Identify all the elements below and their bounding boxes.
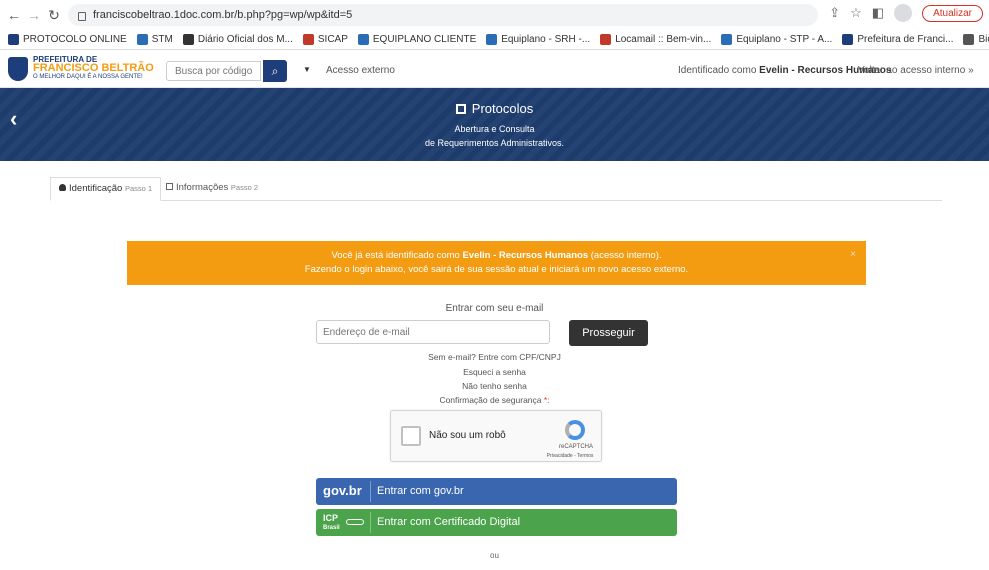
login-title: Entrar com seu e-mail: [445, 303, 544, 314]
page-title: Protocolos: [0, 101, 989, 116]
back-icon[interactable]: ←: [4, 7, 24, 23]
bookmark-favicon-icon: [486, 34, 498, 45]
bookmarks-bar: PROTOCOLO ONLINE STM Diário Oficial dos M.…: [0, 30, 989, 50]
bookmark-label: Prefeitura de Franci...: [857, 34, 954, 45]
address-bar[interactable]: franciscobeltrao.1doc.com.br/b.php?pg=wp…: [68, 4, 818, 26]
bookmark-item[interactable]: PROTOCOLO ONLINE: [8, 34, 127, 45]
shield-icon: [8, 56, 28, 81]
bookmark-item[interactable]: STM: [136, 34, 173, 45]
recaptcha-brand: reCAPTCHA: [558, 444, 593, 450]
bookmark-favicon-icon: [302, 34, 314, 45]
certificate-login-button[interactable]: ICP Brasil Entrar com Certificado Digital: [316, 509, 677, 536]
security-label: Confirmação de segurança *:: [439, 395, 550, 405]
external-access-link[interactable]: Acesso externo: [326, 65, 395, 76]
profile-avatar[interactable]: [894, 4, 913, 22]
recaptcha-privacy-link[interactable]: Privacidade - Termos: [541, 453, 599, 459]
recaptcha-widget: Não sou um robô reCAPTCHA Privacidade - …: [390, 410, 602, 462]
bookmark-label: Locamail :: Bem-vin...: [615, 34, 712, 45]
forward-icon[interactable]: →: [24, 7, 44, 23]
prosseguir-button[interactable]: Prosseguir: [569, 320, 648, 346]
share-icon[interactable]: ⇪: [829, 5, 840, 21]
bookmark-label: Equiplano - SRH -...: [501, 34, 591, 45]
page-subtitle-1: Abertura e Consulta: [454, 124, 535, 134]
govbr-logo: gov.br: [323, 483, 362, 498]
grid-icon: [166, 183, 173, 190]
reload-icon[interactable]: ↻: [44, 7, 64, 24]
key-icon: [346, 519, 364, 525]
bookmark-label: Equiplano - STP - A...: [736, 34, 833, 45]
bookmark-label: SICAP: [317, 34, 348, 45]
update-button[interactable]: Atualizar: [922, 4, 983, 22]
govbr-label: Entrar com gov.br: [377, 485, 464, 497]
bookmark-label: EQUIPLANO CLIENTE: [372, 34, 477, 45]
search-button[interactable]: ⌕: [263, 60, 287, 82]
recaptcha-icon: [565, 420, 585, 440]
bookmark-item[interactable]: SICAP: [302, 34, 348, 45]
logo-line2: FRANCISCO BELTRÃO: [33, 62, 154, 74]
chevron-down-icon[interactable]: ▼: [303, 65, 311, 74]
certificate-label: Entrar com Certificado Digital: [377, 516, 521, 528]
search-icon: ⌕: [271, 64, 279, 78]
bookmark-favicon-icon: [136, 34, 148, 45]
lock-icon: [78, 11, 86, 21]
tab-identificacao[interactable]: Identificação Passo 1: [50, 177, 162, 201]
bookmark-item[interactable]: Equiplano - STP - A...: [721, 34, 832, 45]
logo-line3: O MELHOR DAQUI É A NOSSA GENTE!: [33, 74, 143, 80]
bookmark-label: PROTOCOLO ONLINE: [23, 34, 127, 45]
page-banner: ‹ Protocolos Abertura e Consulta de Requ…: [0, 88, 989, 161]
tab-informacoes[interactable]: Informações Passo 2: [158, 177, 266, 201]
bookmark-item[interactable]: Diário Oficial dos M...: [182, 34, 293, 45]
step-tabs: Identificação Passo 1 Informações Passo …: [50, 177, 942, 201]
grid-icon: [455, 104, 466, 114]
bookmark-favicon-icon: [8, 34, 19, 45]
bookmark-item[interactable]: Equiplano - SRH -...: [486, 34, 590, 45]
bookmark-favicon-icon: [963, 34, 975, 45]
or-separator: ou: [490, 551, 499, 560]
back-internal-link[interactable]: Voltar ao acesso interno »: [858, 65, 974, 76]
user-icon: [59, 184, 66, 191]
close-icon[interactable]: ×: [850, 248, 856, 262]
bookmark-label: STM: [151, 34, 173, 45]
email-field[interactable]: [316, 320, 550, 344]
session-alert: Você já está identificado como Evelin - …: [127, 241, 866, 285]
star-icon[interactable]: ☆: [850, 5, 862, 21]
bookmark-favicon-icon: [842, 34, 854, 45]
recaptcha-label: Não sou um robô: [429, 430, 506, 441]
code-search-input[interactable]: [166, 61, 261, 81]
prefeitura-logo[interactable]: PREFEITURA DE FRANCISCO BELTRÃO O MELHOR…: [8, 55, 154, 82]
browser-toolbar: ← → ↻ franciscobeltrao.1doc.com.br/b.php…: [0, 0, 989, 30]
alert-line1: Você já está identificado como Evelin - …: [331, 250, 662, 261]
sidepanel-icon[interactable]: ◧: [872, 5, 884, 21]
bookmark-favicon-icon: [357, 34, 369, 45]
forgot-password-link[interactable]: Esqueci a senha: [0, 367, 989, 377]
bookmark-favicon-icon: [600, 34, 612, 45]
bookmark-item[interactable]: Locamail :: Bem-vin...: [600, 34, 711, 45]
no-password-link[interactable]: Não tenho senha: [0, 381, 989, 391]
bookmark-label: BioFinger.Net: [978, 34, 989, 45]
site-header: PREFEITURA DE FRANCISCO BELTRÃO O MELHOR…: [0, 50, 989, 88]
url-text: franciscobeltrao.1doc.com.br/b.php?pg=wp…: [93, 9, 353, 21]
recaptcha-checkbox[interactable]: [401, 426, 421, 446]
bookmark-favicon-icon: [721, 34, 733, 45]
bookmark-favicon-icon: [182, 34, 194, 45]
bookmark-item[interactable]: EQUIPLANO CLIENTE: [357, 34, 477, 45]
page-subtitle-2: de Requerimentos Administrativos.: [424, 138, 565, 148]
bookmark-label: Diário Oficial dos M...: [197, 34, 293, 45]
bookmark-item[interactable]: BioFinger.Net: [963, 34, 989, 45]
alert-line2: Fazendo o login abaixo, você sairá de su…: [304, 264, 689, 275]
govbr-login-button[interactable]: gov.br Entrar com gov.br: [316, 478, 677, 505]
cpf-login-link[interactable]: Sem e-mail? Entre com CPF/CNPJ: [0, 352, 989, 362]
bookmark-item[interactable]: Prefeitura de Franci...: [842, 34, 953, 45]
icp-brasil-logo: ICP Brasil: [323, 513, 340, 532]
